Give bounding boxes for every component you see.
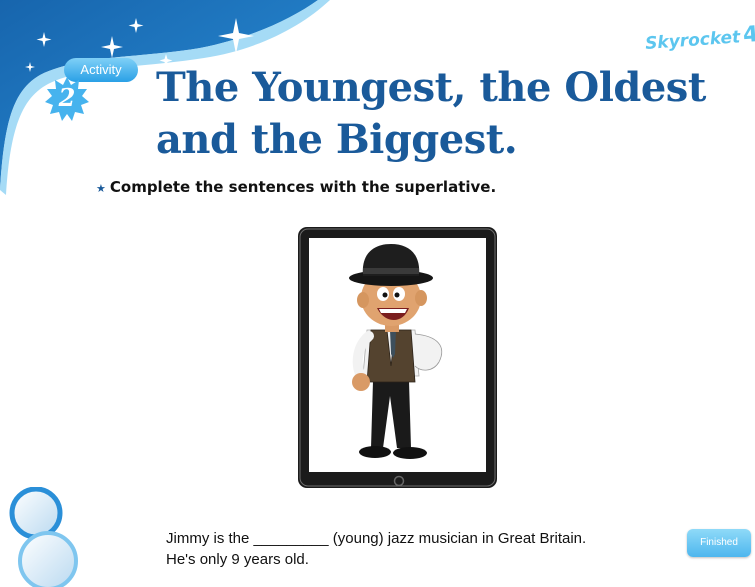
instruction-text: Complete the sentences with the superlat…	[109, 178, 497, 196]
activity-number: 2	[58, 83, 76, 112]
page-title: The Youngest, the Oldest and the Biggest…	[156, 64, 706, 163]
brand-level: 4	[742, 22, 755, 49]
sentence-line-2: He's only 9 years old.	[166, 551, 309, 568]
exercise-sentence: Jimmy is the _________ (young) jazz musi…	[166, 528, 586, 570]
activity-number-badge: 2	[44, 76, 90, 122]
ring-decoration	[9, 487, 78, 587]
star-bullet-icon: ★	[96, 182, 106, 195]
sentence-line-1: Jimmy is the _________ (young) jazz musi…	[166, 530, 587, 547]
finished-button[interactable]: Finished	[687, 529, 751, 557]
instruction: ★ Complete the sentences with the superla…	[96, 178, 496, 196]
tablet-illustration	[298, 227, 497, 488]
brand-name: Skyrocket	[644, 27, 741, 54]
brand-logo: Skyrocket4	[644, 22, 755, 55]
